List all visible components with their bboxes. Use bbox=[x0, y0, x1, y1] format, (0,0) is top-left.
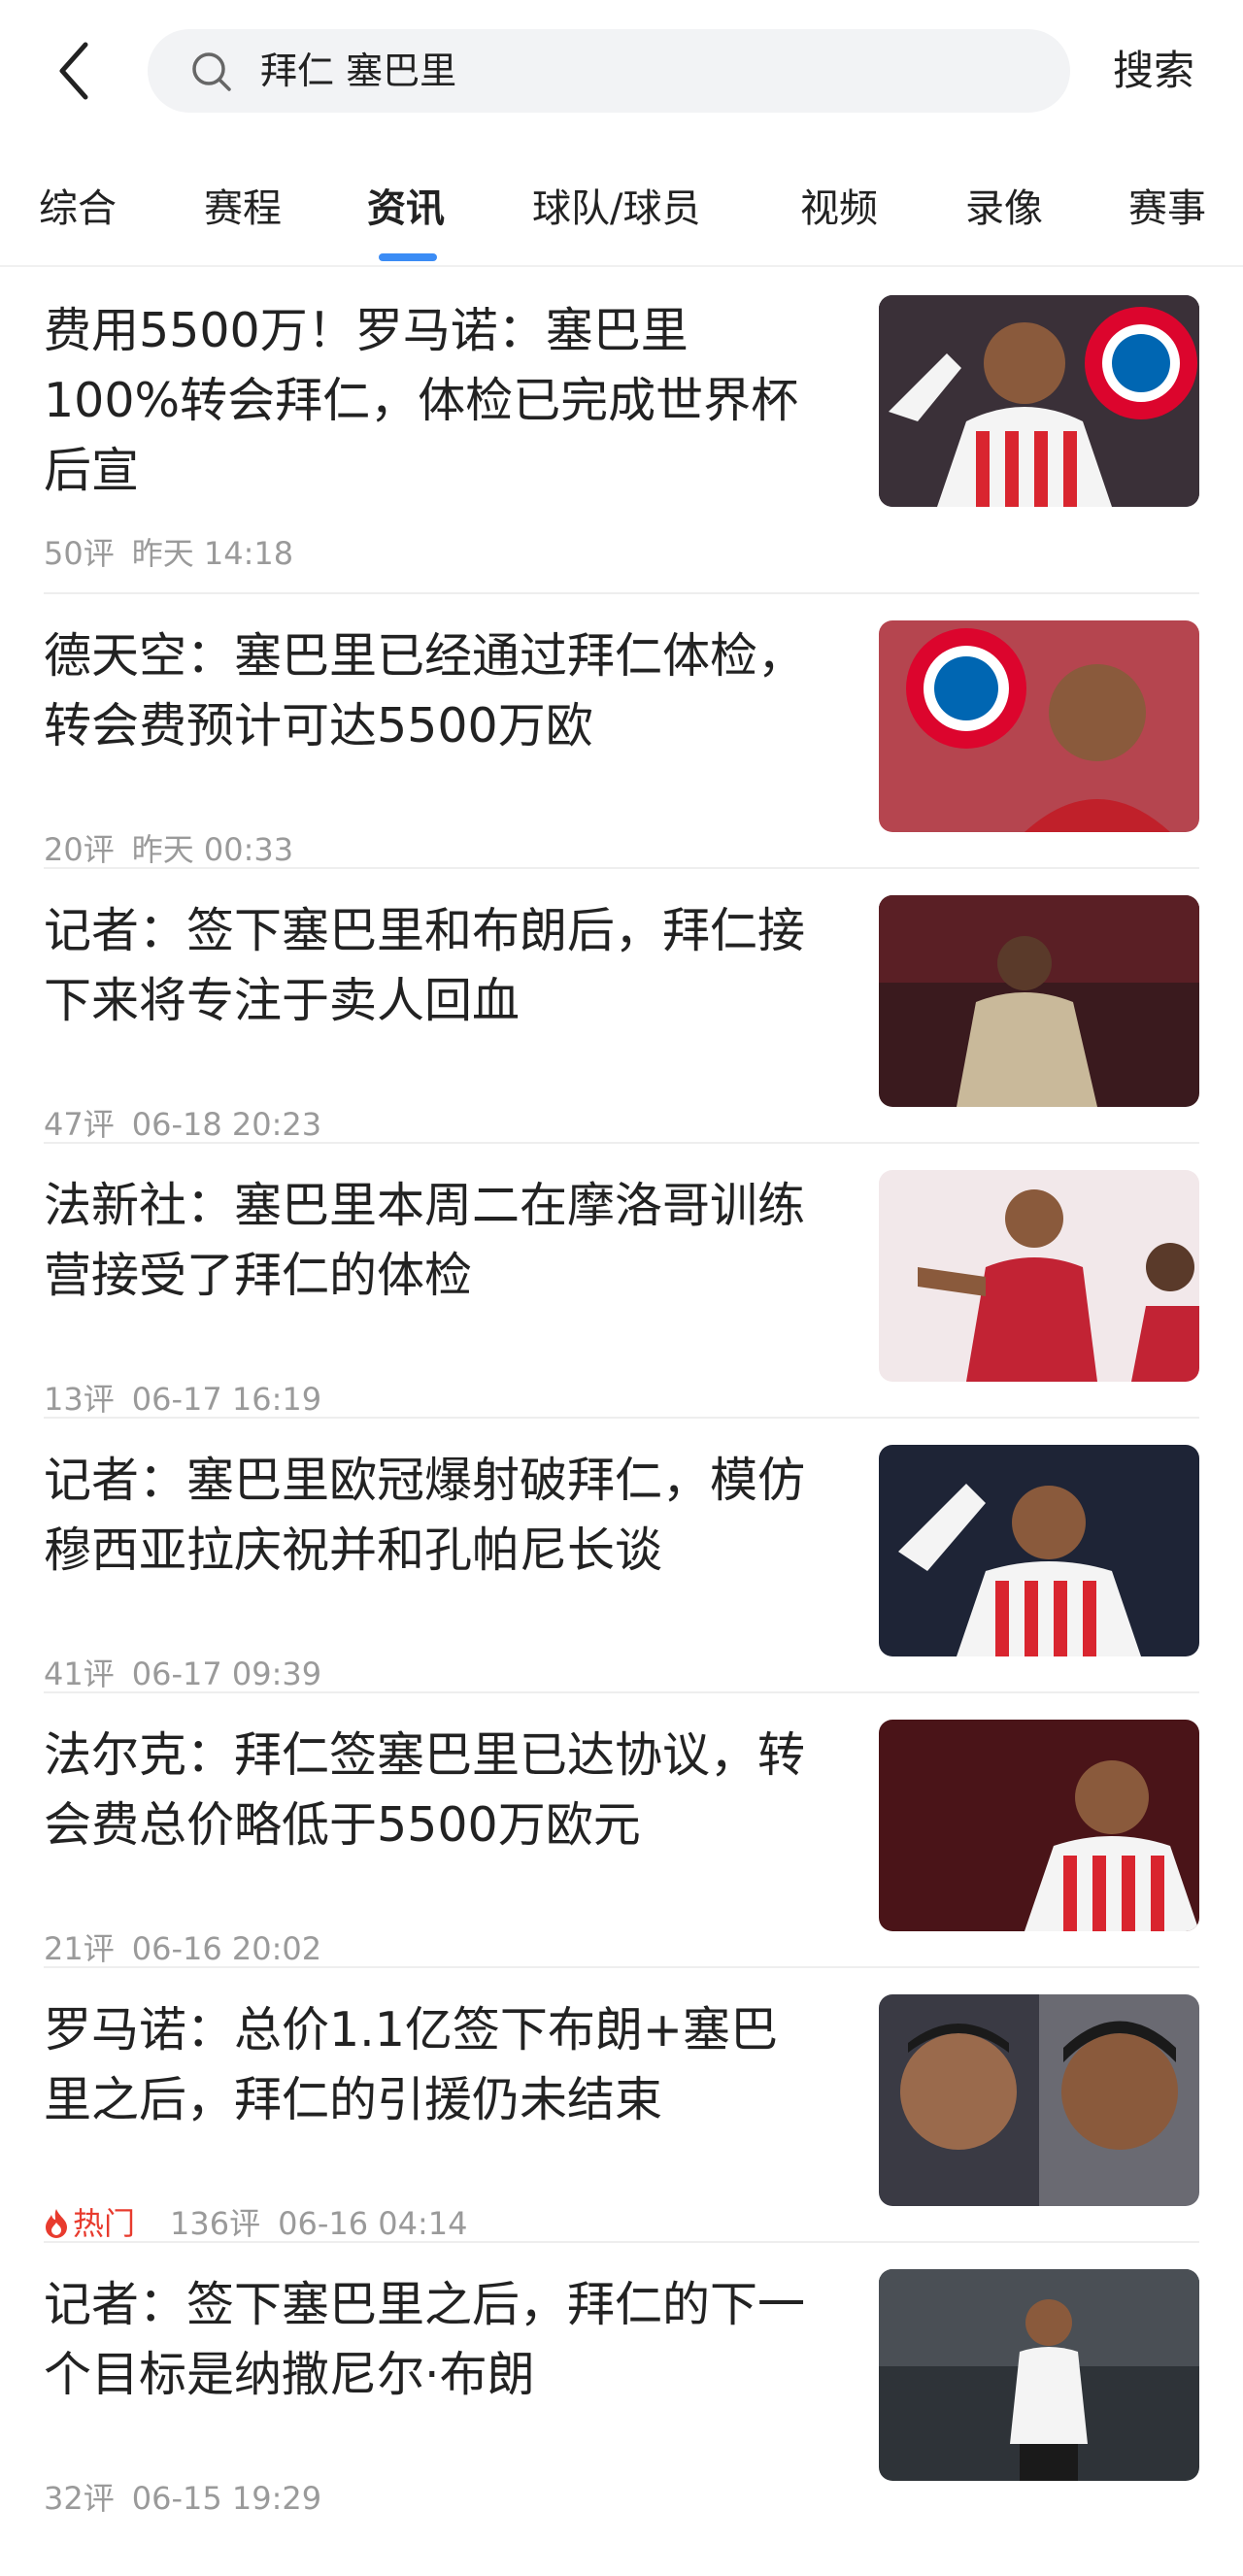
comment-count: 21评 bbox=[44, 1930, 115, 1967]
tab-events[interactable]: 赛事 bbox=[1128, 160, 1206, 257]
tab-schedule[interactable]: 赛程 bbox=[204, 160, 282, 257]
publish-time: 06-18 20:23 bbox=[131, 1106, 322, 1143]
tab-news[interactable]: 资讯 bbox=[367, 160, 445, 257]
search-query: 拜仁 塞巴里 bbox=[260, 50, 457, 92]
comment-count: 13评 bbox=[44, 1381, 115, 1418]
publish-time: 06-15 19:29 bbox=[131, 2480, 322, 2517]
divider bbox=[44, 1966, 1199, 1968]
news-item[interactable]: 法新社：塞巴里本周二在摩洛哥训练营接受了拜仁的体检 13评 06-17 16:19 bbox=[0, 1142, 1243, 1419]
comment-count: 50评 bbox=[44, 535, 115, 572]
divider bbox=[44, 2241, 1199, 2243]
tab-replays[interactable]: 录像 bbox=[965, 160, 1043, 257]
top-bar: 拜仁 塞巴里 搜索 bbox=[0, 0, 1243, 141]
divider bbox=[44, 1691, 1199, 1693]
publish-time: 06-17 16:19 bbox=[131, 1381, 322, 1418]
news-item[interactable]: 法尔克：拜仁签塞巴里已达协议，转会费总价略低于5500万欧元 21评 06-16 … bbox=[0, 1691, 1243, 1968]
news-meta: 热门 136评 06-16 04:14 bbox=[44, 2204, 485, 2243]
search-input[interactable]: 拜仁 塞巴里 bbox=[148, 29, 1070, 113]
search-button[interactable]: 搜索 bbox=[1113, 0, 1194, 141]
chevron-left-icon bbox=[59, 42, 88, 100]
publish-time: 06-17 09:39 bbox=[131, 1656, 322, 1692]
news-thumbnail bbox=[879, 1170, 1199, 1382]
divider bbox=[44, 867, 1199, 869]
news-thumbnail bbox=[879, 295, 1199, 507]
news-item[interactable]: 记者：签下塞巴里之后，拜仁的下一个目标是纳撒尼尔·布朗 32评 06-15 19:… bbox=[0, 2241, 1243, 2518]
news-meta: 21评 06-16 20:02 bbox=[44, 1929, 339, 1968]
search-icon bbox=[192, 52, 231, 91]
news-title: 记者：签下塞巴里之后，拜仁的下一个目标是纳撒尼尔·布朗 bbox=[44, 2277, 806, 2402]
divider bbox=[44, 1142, 1199, 1144]
comment-count: 136评 bbox=[170, 2205, 261, 2242]
news-meta: 20评 昨天 00:33 bbox=[44, 830, 311, 869]
news-title: 记者：塞巴里欧冠爆射破拜仁，模仿穆西亚拉庆祝并和孔帕尼长谈 bbox=[44, 1453, 806, 1578]
news-list: 费用5500万！罗马诺：塞巴里100%转会拜仁，体检已完成世界杯后宣 50评 昨天… bbox=[0, 267, 1243, 2518]
news-meta: 13评 06-17 16:19 bbox=[44, 1380, 339, 1419]
news-item[interactable]: 费用5500万！罗马诺：塞巴里100%转会拜仁，体检已完成世界杯后宣 50评 昨天… bbox=[0, 267, 1243, 592]
news-meta: 41评 06-17 09:39 bbox=[44, 1655, 339, 1693]
news-item[interactable]: 记者：塞巴里欧冠爆射破拜仁，模仿穆西亚拉庆祝并和孔帕尼长谈 41评 06-17 0… bbox=[0, 1417, 1243, 1693]
news-meta: 32评 06-15 19:29 bbox=[44, 2479, 339, 2518]
publish-time: 06-16 20:02 bbox=[131, 1930, 322, 1967]
comment-count: 20评 bbox=[44, 831, 115, 868]
news-item[interactable]: 记者：签下塞巴里和布朗后，拜仁接下来将专注于卖人回血 47评 06-18 20:2… bbox=[0, 867, 1243, 1144]
divider bbox=[44, 592, 1199, 594]
hot-label: 热门 bbox=[73, 2205, 136, 2242]
divider bbox=[44, 1417, 1199, 1419]
comment-count: 41评 bbox=[44, 1656, 115, 1692]
news-thumbnail bbox=[879, 2269, 1199, 2481]
news-meta: 50评 昨天 14:18 bbox=[44, 534, 311, 573]
news-thumbnail bbox=[879, 1720, 1199, 1931]
news-title: 德天空：塞巴里已经通过拜仁体检，转会费预计可达5500万欧 bbox=[44, 628, 806, 753]
news-thumbnail bbox=[879, 1994, 1199, 2206]
tab-teams-players[interactable]: 球队/球员 bbox=[532, 160, 700, 257]
back-button[interactable] bbox=[49, 37, 107, 105]
tab-all[interactable]: 综合 bbox=[39, 160, 117, 257]
news-title: 罗马诺：总价1.1亿签下布朗+塞巴里之后，拜仁的引援仍未结束 bbox=[44, 2002, 778, 2127]
news-title: 法尔克：拜仁签塞巴里已达协议，转会费总价略低于5500万欧元 bbox=[44, 1727, 806, 1853]
news-thumbnail bbox=[879, 895, 1199, 1107]
publish-time: 昨天 14:18 bbox=[131, 535, 294, 572]
publish-time: 昨天 00:33 bbox=[131, 831, 294, 868]
flame-icon bbox=[46, 2209, 67, 2238]
news-meta: 47评 06-18 20:23 bbox=[44, 1105, 339, 1144]
news-title: 记者：签下塞巴里和布朗后，拜仁接下来将专注于卖人回血 bbox=[44, 903, 806, 1028]
hot-badge: 热门 bbox=[44, 2205, 152, 2242]
comment-count: 47评 bbox=[44, 1106, 115, 1143]
news-thumbnail bbox=[879, 1445, 1199, 1656]
publish-time: 06-16 04:14 bbox=[278, 2205, 468, 2242]
news-title: 法新社：塞巴里本周二在摩洛哥训练营接受了拜仁的体检 bbox=[44, 1178, 806, 1303]
news-thumbnail bbox=[879, 620, 1199, 832]
tab-videos[interactable]: 视频 bbox=[800, 160, 878, 257]
tab-bar: 综合 赛程 资讯 球队/球员 视频 录像 赛事 bbox=[0, 160, 1243, 267]
active-tab-indicator bbox=[379, 253, 437, 261]
comment-count: 32评 bbox=[44, 2480, 115, 2517]
news-title: 费用5500万！罗马诺：塞巴里100%转会拜仁，体检已完成世界杯后宣 bbox=[44, 303, 799, 498]
news-item[interactable]: 德天空：塞巴里已经通过拜仁体检，转会费预计可达5500万欧 20评 昨天 00:3… bbox=[0, 592, 1243, 869]
news-item[interactable]: 罗马诺：总价1.1亿签下布朗+塞巴里之后，拜仁的引援仍未结束 热门 136评 06-… bbox=[0, 1966, 1243, 2243]
